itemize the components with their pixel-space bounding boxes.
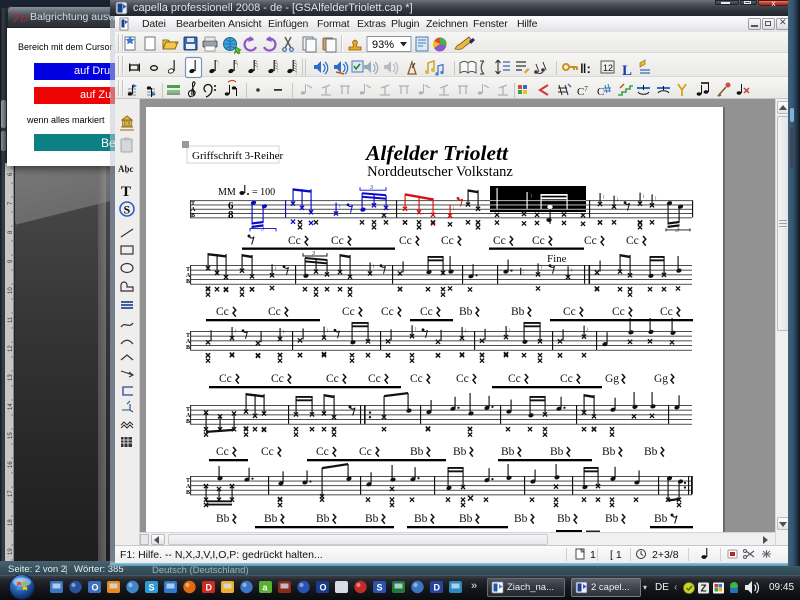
- svg-text:O: O: [320, 583, 327, 593]
- svg-text:O: O: [92, 583, 99, 593]
- svg-text:C7: C7: [577, 85, 588, 98]
- svg-text:D: D: [434, 583, 441, 593]
- svg-text:T: T: [121, 184, 131, 200]
- svg-text:S: S: [377, 583, 383, 593]
- svg-text:S: S: [124, 203, 131, 217]
- svg-text:S: S: [149, 583, 155, 593]
- svg-text:Aḇc: Aḇc: [118, 164, 134, 174]
- svg-text:D: D: [206, 583, 213, 593]
- svg-text:C: C: [597, 86, 604, 98]
